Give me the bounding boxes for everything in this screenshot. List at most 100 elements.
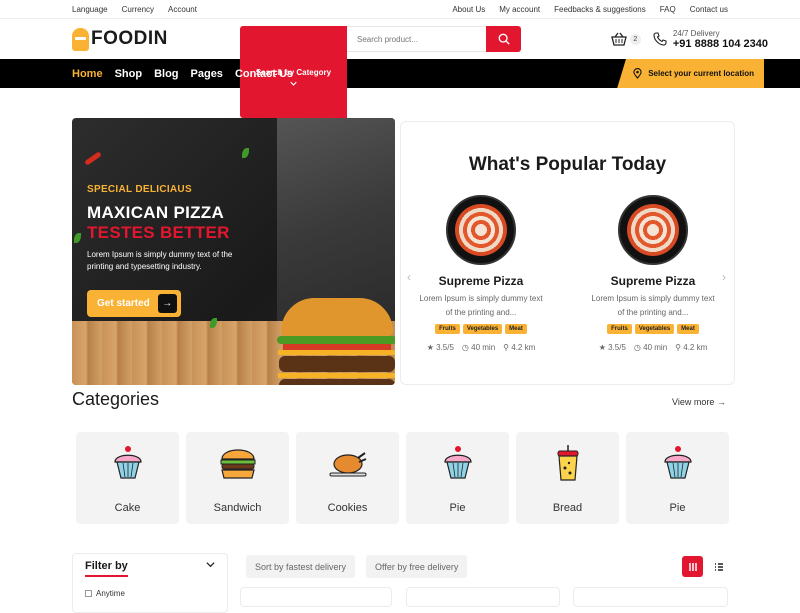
- category-label: Bread: [552, 502, 583, 514]
- sushi-plate-image: [446, 195, 516, 265]
- cupcake-icon: [661, 442, 695, 484]
- hero-headline: MAXICAN PIZZA: [87, 203, 225, 222]
- phone-number[interactable]: +91 8888 104 2340: [673, 38, 768, 50]
- grid-icon: [688, 562, 697, 571]
- popular-card[interactable]: Supreme Pizza Lorem Ipsum is simply dumm…: [588, 195, 718, 352]
- feedback-link[interactable]: Feedbacks & suggestions: [554, 5, 646, 14]
- distance: ⚲ 4.2 km: [675, 343, 708, 352]
- popular-card[interactable]: Supreme Pizza Lorem Ipsum is simply dumm…: [416, 195, 546, 352]
- basket-icon: [611, 32, 627, 46]
- logo[interactable]: FOODIN: [72, 27, 240, 51]
- sushi-plate-image: [618, 195, 688, 265]
- category-list: Cake Sandwich Cookies Pie Bread Pie: [76, 432, 729, 524]
- header: FOODIN Search by Category 2 24/7 Deliver…: [0, 19, 800, 118]
- product-card[interactable]: [406, 587, 560, 607]
- leaf-decoration: [242, 148, 249, 158]
- cupcake-icon: [111, 442, 145, 484]
- category-card-cookies[interactable]: Cookies: [296, 432, 399, 524]
- get-started-button[interactable]: Get started →: [87, 290, 181, 317]
- search-bar: Search by Category: [240, 26, 521, 118]
- grid-view-button[interactable]: [682, 556, 703, 577]
- roast-chicken-icon: [328, 442, 368, 484]
- category-card-pie-2[interactable]: Pie: [626, 432, 729, 524]
- faq-link[interactable]: FAQ: [660, 5, 676, 14]
- tag-badge: Fruits: [607, 324, 632, 334]
- burger-image: [277, 298, 395, 385]
- search-input[interactable]: [347, 26, 486, 52]
- clock-icon: ◷: [633, 343, 641, 352]
- arrow-right-icon: →: [157, 294, 177, 313]
- list-icon: [714, 562, 723, 571]
- cupcake-icon: [441, 442, 475, 484]
- rating: ★ 3.5/5: [426, 343, 454, 352]
- clock-icon: ◷: [461, 343, 469, 352]
- contact-us-link[interactable]: Contact us: [690, 5, 728, 14]
- popular-title: What's Popular Today: [468, 154, 667, 175]
- language-link[interactable]: Language: [72, 5, 108, 14]
- cart-count-badge: 2: [629, 33, 641, 45]
- sort-free-delivery-button[interactable]: Offer by free delivery: [366, 555, 468, 578]
- category-card-pie[interactable]: Pie: [406, 432, 509, 524]
- location-pin-icon: ⚲: [675, 343, 682, 352]
- cart-button[interactable]: 2: [611, 32, 641, 46]
- category-label: Sandwich: [213, 502, 262, 514]
- hero-description: Lorem Ipsum is simply dummy text of the …: [87, 250, 233, 271]
- about-us-link[interactable]: About Us: [452, 5, 485, 14]
- sort-fastest-button[interactable]: Sort by fastest delivery: [246, 555, 356, 578]
- hero-banner: SPECIAL DELICIAUS MAXICAN PIZZA TESTES B…: [72, 118, 395, 385]
- arrow-right-icon: →: [716, 397, 726, 407]
- nav-pages[interactable]: Pages: [191, 68, 223, 80]
- product-description: Lorem Ipsum is simply dummy text of the …: [591, 294, 715, 317]
- nav-home[interactable]: Home: [72, 68, 103, 80]
- carousel-next-icon[interactable]: ›: [722, 270, 726, 284]
- categories-title: Categories: [72, 389, 160, 409]
- product-description: Lorem Ipsum is simply dummy text of the …: [419, 294, 543, 317]
- logo-text: FOODIN: [91, 28, 168, 49]
- filter-header[interactable]: Filter by: [85, 560, 215, 577]
- category-label: Cookies: [327, 502, 368, 514]
- checkbox[interactable]: [85, 590, 92, 597]
- location-label: Select your current location: [648, 69, 754, 78]
- search-icon: [498, 33, 510, 45]
- category-card-sandwich[interactable]: Sandwich: [186, 432, 289, 524]
- rating: ★ 3.5/5: [598, 343, 626, 352]
- delivery-time: ◷ 40 min: [633, 343, 668, 352]
- location-selector[interactable]: Select your current location: [617, 59, 764, 88]
- filter-panel: Filter by Anytime: [72, 553, 228, 613]
- main-nav: Home Shop Blog Pages Contact Us Select y…: [0, 59, 800, 88]
- product-card[interactable]: [573, 587, 728, 607]
- location-pin-icon: ⚲: [503, 343, 510, 352]
- hero-headline-2: TESTES BETTER: [87, 223, 230, 242]
- tag-badge: Vegetables: [634, 324, 675, 334]
- drink-icon: [554, 442, 582, 484]
- star-icon: ★: [598, 343, 606, 352]
- product-card[interactable]: [240, 587, 392, 607]
- get-started-label: Get started: [97, 298, 150, 309]
- nav-blog[interactable]: Blog: [154, 68, 178, 80]
- delivery-time: ◷ 40 min: [461, 343, 496, 352]
- phone-icon: [653, 32, 667, 46]
- chili-decoration: [84, 151, 102, 166]
- search-button[interactable]: [486, 26, 521, 52]
- category-card-cake[interactable]: Cake: [76, 432, 179, 524]
- delivery-label: 24/7 Delivery: [672, 28, 720, 38]
- distance: ⚲ 4.2 km: [503, 343, 536, 352]
- list-view-button[interactable]: [708, 556, 729, 577]
- nav-shop[interactable]: Shop: [115, 68, 143, 80]
- nav-contact-us[interactable]: Contact Us: [235, 68, 293, 80]
- account-link[interactable]: Account: [168, 5, 197, 14]
- category-card-bread[interactable]: Bread: [516, 432, 619, 524]
- carousel-prev-icon[interactable]: ‹: [407, 270, 411, 284]
- currency-link[interactable]: Currency: [122, 5, 154, 14]
- leaf-decoration: [74, 233, 81, 243]
- category-label: Pie: [449, 502, 466, 514]
- burger-icon: [219, 442, 257, 484]
- top-bar: Language Currency Account About Us My ac…: [0, 0, 800, 19]
- view-more-link[interactable]: View more →: [672, 397, 726, 407]
- delivery-info: 24/7 Delivery +91 8888 104 2340: [653, 29, 768, 50]
- filter-option-anytime[interactable]: Anytime: [85, 589, 215, 598]
- hero-background-image: [277, 118, 395, 328]
- tag-badge: Fruits: [435, 324, 460, 334]
- product-name: Supreme Pizza: [610, 274, 696, 288]
- my-account-link[interactable]: My account: [499, 5, 540, 14]
